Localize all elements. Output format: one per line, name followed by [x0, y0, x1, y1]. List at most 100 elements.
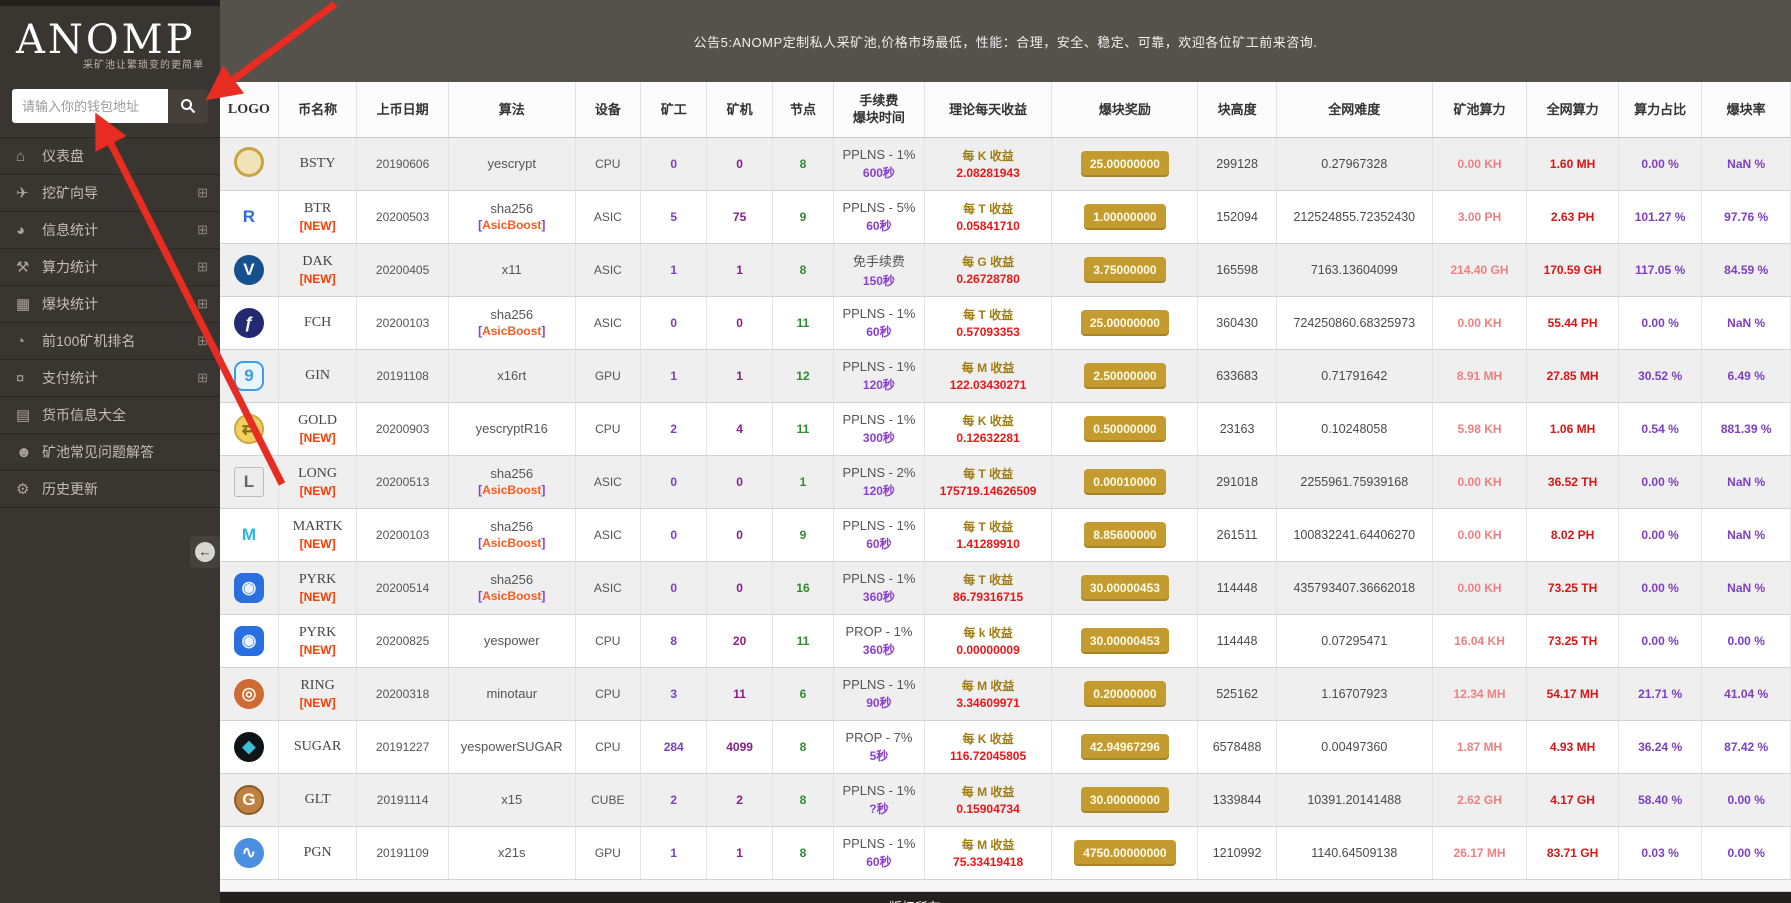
hashrate-share: 0.03 % [1618, 826, 1703, 880]
table-row: BSTY 20190606 yescrypt CPU 0 0 8 PPLNS - 1% 600秒… [220, 137, 1791, 191]
income-unit-label: 每 M 收益 [961, 361, 1015, 375]
column-header: 设备 [575, 82, 642, 138]
pyrk-coin-logo: ◉ [233, 625, 264, 656]
column-header: 节点 [772, 82, 835, 138]
copyright-text: 版权所有 © 2017-2020 www.anomp.com [889, 900, 1123, 903]
sidebar-item-7[interactable]: ¤ 支付统计 ⊞ [0, 360, 220, 397]
coin-name-cell: PGN [278, 826, 358, 880]
sidebar-item-2[interactable]: ✈ 挖矿向导 ⊞ [0, 175, 220, 212]
btr-coin-logo: R [242, 206, 256, 226]
coin-logo-cell: ∿ [220, 826, 279, 880]
table-icon: ▤ [16, 407, 31, 424]
sidebar-item-9[interactable]: ☻ 矿池常见问题解答 [0, 434, 220, 471]
daily-income-cell: 每 T 收益 175719.14626509 [924, 455, 1053, 509]
coin-logo-cell: V [220, 243, 279, 297]
block-time: 5秒 [869, 748, 889, 763]
algorithm-cell: yescryptR16 [448, 402, 576, 456]
expand-plus-icon[interactable]: ⊞ [197, 222, 208, 238]
pool-hashrate: 16.04 KH [1432, 614, 1528, 668]
pool-hashrate: 2.62 GH [1432, 773, 1528, 827]
sidebar-item-8[interactable]: ▤ 货币信息大全 [0, 397, 220, 434]
block-reward-badge: 3.75000000 [1084, 256, 1166, 283]
network-hashrate: 83.71 GH [1526, 826, 1619, 880]
table-row: ◆ SUGAR 20191227 yespowerSUGAR CPU 284 4099 8 PR… [220, 720, 1791, 774]
income-value: 0.57093353 [956, 325, 1020, 339]
coin-name-cell: BTR [NEW] [278, 190, 358, 244]
sidebar-item-label: 前100矿机排名 [42, 333, 136, 349]
glt-coin-logo: G [233, 784, 264, 815]
sidebar-item-1[interactable]: ⌂ 仪表盘 [0, 138, 220, 175]
nodes-count: 12 [772, 349, 835, 403]
column-header: 矿池算力 [1432, 82, 1528, 138]
algorithm-name: yespower [483, 633, 540, 648]
network-hashrate: 54.17 MH [1526, 667, 1619, 721]
daily-income-cell: 每 T 收益 0.05841710 [924, 190, 1053, 244]
hashrate-share: 0.00 % [1618, 508, 1703, 562]
dak-coin-logo: V [233, 254, 264, 285]
expand-plus-icon[interactable]: ⊞ [197, 370, 208, 386]
expand-plus-icon[interactable]: ⊞ [197, 185, 208, 201]
pool-hashrate: 26.17 MH [1432, 826, 1528, 880]
expand-plus-icon[interactable]: ⊞ [197, 259, 208, 275]
sidebar-item-label: 支付统计 [42, 370, 98, 386]
workers-count: 8 [640, 614, 708, 668]
network-difficulty: 100832241.64406270 [1276, 508, 1433, 562]
rigs-count: 0 [706, 137, 773, 191]
hashrate-share: 0.00 % [1618, 137, 1703, 191]
income-unit-label: 每 M 收益 [961, 785, 1015, 799]
coin-name: BTR [303, 200, 332, 216]
income-value: 3.34609971 [956, 696, 1020, 710]
coin-name-cell: BSTY [278, 137, 358, 191]
coin-name-cell: RING [NEW] [278, 667, 358, 721]
sidebar-menu: ⌂ 仪表盘 ✈ 挖矿向导 ⊞ ◕ 信息统计 ⊞ ⚒ 算力统计 ⊞ ▦ 爆块统计 ⊞ ◔ 前100矿机排名 ⊞ ¤ 支… [0, 137, 220, 508]
network-hashrate: 4.17 GH [1526, 773, 1619, 827]
block-height: 152094 [1197, 190, 1277, 244]
bsty-coin-logo [233, 147, 264, 177]
expand-plus-icon[interactable]: ⊞ [197, 296, 208, 312]
expand-plus-icon[interactable]: ⊞ [197, 333, 208, 349]
column-header: 爆块率 [1701, 82, 1791, 138]
algorithm-cell: sha256 [AsicBoost] [448, 190, 576, 244]
rigs-count: 20 [706, 614, 773, 668]
nodes-count: 1 [772, 455, 835, 509]
block-height: 23163 [1197, 402, 1277, 456]
device-type: CUBE [575, 773, 642, 827]
income-value: 0.26728780 [956, 272, 1020, 286]
column-header: 手续费 爆块时间 [833, 82, 925, 138]
block-reward-badge: 4750.00000000 [1074, 839, 1176, 866]
algorithm-cell: x21s [448, 826, 576, 880]
fee-scheme: PROP - 1% [845, 623, 913, 639]
device-type: ASIC [575, 190, 642, 244]
network-difficulty: 7163.13604099 [1276, 243, 1433, 297]
sidebar-item-6[interactable]: ◔ 前100矿机排名 ⊞ [0, 323, 220, 360]
daily-income-cell: 每 M 收益 75.33419418 [924, 826, 1053, 880]
list-date: 20200503 [356, 190, 449, 244]
fee-blocktime-cell: PPLNS - 1% 600秒 [833, 137, 925, 191]
sidebar-item-3[interactable]: ◕ 信息统计 ⊞ [0, 212, 220, 249]
algorithm-name: x21s [498, 845, 526, 860]
sidebar-item-5[interactable]: ▦ 爆块统计 ⊞ [0, 286, 220, 323]
coin-name-cell: MARTK [NEW] [278, 508, 358, 562]
site-logo[interactable]: ANOMP 采矿池让繁琐变的更简单 [0, 6, 220, 77]
wallet-address-input[interactable] [12, 89, 168, 123]
block-reward-badge: 2.50000000 [1084, 362, 1166, 389]
asicboost-tag: [AsicBoost] [478, 589, 546, 603]
fee-scheme: PPLNS - 1% [842, 146, 916, 162]
block-rate: 41.04 % [1701, 667, 1791, 721]
block-height: 1339844 [1197, 773, 1277, 827]
hashrate-share: 21.71 % [1618, 667, 1703, 721]
hashrate-share: 0.00 % [1618, 614, 1703, 668]
sidebar-item-4[interactable]: ⚒ 算力统计 ⊞ [0, 249, 220, 286]
hashrate-share: 0.00 % [1618, 296, 1703, 350]
algorithm-name: sha256 [490, 307, 534, 322]
workers-count: 3 [640, 667, 708, 721]
algorithm-cell: yespowerSUGAR [448, 720, 576, 774]
workers-count: 2 [640, 402, 708, 456]
income-unit-label: 每 T 收益 [963, 202, 1014, 216]
sidebar-item-10[interactable]: ⚙ 历史更新 [0, 471, 220, 508]
fee-blocktime-cell: 免手续费 150秒 [833, 243, 925, 297]
search-button[interactable] [168, 89, 208, 123]
list-date: 20200513 [356, 455, 449, 509]
sidebar-collapse-button[interactable]: ← [190, 536, 220, 568]
list-date: 20191109 [356, 826, 449, 880]
